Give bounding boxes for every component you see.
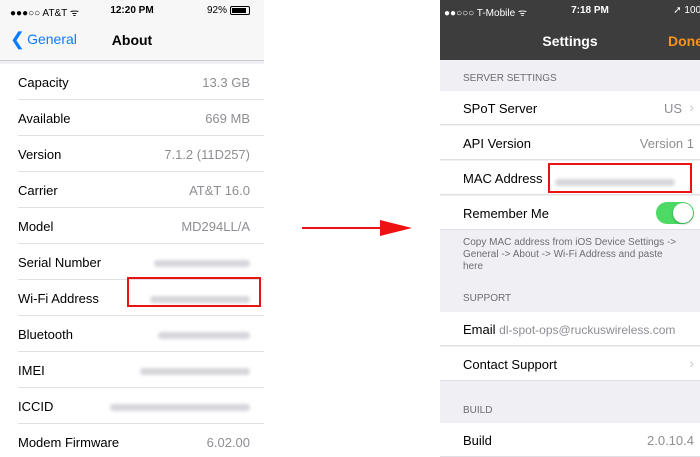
row-label: Version bbox=[18, 147, 62, 162]
email-label: Email bbox=[463, 322, 496, 337]
arrow-shaft bbox=[302, 227, 382, 229]
row-value: AT&T 16.0 bbox=[189, 183, 250, 198]
row-label: Capacity bbox=[18, 75, 69, 90]
status-bar: ●●●○○ AT&T ᯤ 12:20 PM 92% bbox=[0, 0, 264, 22]
list-item-serial-number: Serial Number bbox=[18, 244, 264, 280]
section-header-support: SUPPORT bbox=[463, 293, 512, 304]
battery-percent: 92% bbox=[206, 5, 227, 16]
redacted-value bbox=[110, 399, 250, 414]
list-item-carrier: Carrier AT&T 16.0 bbox=[18, 172, 264, 208]
row-label: IMEI bbox=[18, 363, 45, 378]
redacted-value bbox=[158, 327, 250, 342]
navigation-bar: Settings Done bbox=[440, 22, 700, 60]
spot-server-row[interactable]: SPoT Server US › bbox=[440, 91, 700, 125]
list-item-version: Version 7.1.2 (11D257) bbox=[18, 136, 264, 172]
row-label: MAC Address bbox=[463, 171, 543, 186]
section-header-build: BUILD bbox=[463, 405, 493, 416]
row-label: Wi-Fi Address bbox=[18, 291, 99, 306]
row-value: 13.3 GB bbox=[202, 75, 250, 90]
list-item-model: Model MD294LL/A bbox=[18, 208, 264, 244]
row-label: SPoT Server bbox=[463, 101, 538, 116]
redacted-value bbox=[140, 363, 250, 378]
battery-indicator: 92% bbox=[207, 5, 250, 16]
row-value: 669 MB bbox=[205, 111, 250, 126]
row-label: Model bbox=[18, 219, 54, 234]
row-value: 6.02.00 bbox=[206, 435, 250, 450]
list-item-bluetooth: Bluetooth bbox=[18, 316, 264, 352]
page-title: About bbox=[111, 32, 153, 48]
done-button[interactable]: Done bbox=[668, 33, 700, 49]
list-item-modem-firmware: Modem Firmware 6.02.00 bbox=[18, 424, 264, 457]
contact-support-row[interactable]: Contact Support › bbox=[440, 347, 700, 381]
page-title: Settings bbox=[542, 33, 598, 49]
row-label: Serial Number bbox=[18, 255, 102, 270]
arrow-right-icon bbox=[380, 220, 412, 236]
row-label: API Version bbox=[463, 136, 531, 151]
redacted-value bbox=[154, 255, 250, 270]
wifi-address-highlight-box bbox=[127, 277, 261, 307]
row-label: Build bbox=[463, 433, 492, 448]
row-value: US bbox=[663, 101, 682, 116]
about-list: Capacity 13.3 GB Available 669 MB Version 7… bbox=[0, 64, 264, 457]
build-row: Build 2.0.10.4 bbox=[440, 423, 700, 457]
list-item-capacity: Capacity 13.3 GB bbox=[18, 64, 264, 100]
left-phone-about-screen: ●●●○○ AT&T ᯤ 12:20 PM 92% ❮ General About… bbox=[0, 0, 264, 457]
list-item-imei: IMEI bbox=[18, 352, 264, 388]
battery-indicator: ➚ 100% bbox=[673, 5, 700, 16]
email-row[interactable]: Email dl-spot-ops@ruckuswireless.com bbox=[440, 312, 700, 346]
battery-icon bbox=[230, 5, 250, 15]
row-label: Email dl-spot-ops@ruckuswireless.com bbox=[463, 322, 675, 337]
section-header-server-settings: SERVER SETTINGS bbox=[463, 73, 557, 84]
chevron-right-icon: › bbox=[689, 99, 694, 115]
navigation-bar: ❮ General About bbox=[0, 22, 264, 61]
row-label: ICCID bbox=[18, 399, 54, 414]
row-label: Carrier bbox=[18, 183, 58, 198]
row-label: Remember Me bbox=[463, 206, 549, 221]
status-bar: ●●○○○ T-Mobile ᯤ 7:18 PM ➚ 100% bbox=[440, 0, 700, 22]
list-item-iccid: ICCID bbox=[18, 388, 264, 424]
right-phone-settings-screen: ●●○○○ T-Mobile ᯤ 7:18 PM ➚ 100% Settings… bbox=[440, 0, 700, 457]
row-value: 2.0.10.4 bbox=[647, 433, 694, 448]
mac-address-highlight-box bbox=[548, 163, 692, 193]
email-value: dl-spot-ops@ruckuswireless.com bbox=[499, 323, 676, 337]
row-value: 7.1.2 (11D257) bbox=[164, 147, 250, 162]
row-value: MD294LL/A bbox=[181, 219, 250, 234]
remember-me-row: Remember Me bbox=[440, 196, 700, 230]
row-label: Contact Support bbox=[463, 357, 557, 372]
list-item-available: Available 669 MB bbox=[18, 100, 264, 136]
battery-percent: ➚ 100% bbox=[673, 5, 700, 16]
remember-me-toggle[interactable] bbox=[656, 202, 694, 224]
mac-address-help-text: Copy MAC address from iOS Device Setting… bbox=[463, 237, 677, 272]
chevron-right-icon: › bbox=[689, 355, 694, 371]
row-label: Bluetooth bbox=[18, 327, 73, 342]
status-time: 7:18 PM bbox=[571, 5, 609, 16]
api-version-row: API Version Version 1 bbox=[440, 126, 700, 160]
row-value: Version 1 bbox=[639, 136, 694, 151]
row-label: Available bbox=[18, 111, 71, 126]
row-label: Modem Firmware bbox=[18, 435, 120, 450]
